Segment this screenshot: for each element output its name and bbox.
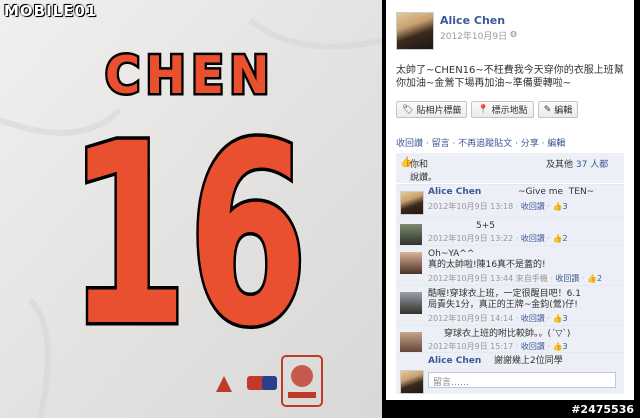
thumbs-up-icon: 👍	[552, 314, 563, 323]
comment-item: Alice Chen 謝謝幾上2位同學	[396, 352, 624, 369]
comment-unlike-link[interactable]: 收回讚	[521, 342, 545, 351]
comment-meta: 2012年10月9日 15:17 · 收回讚 · 👍3	[428, 342, 568, 351]
tag-photo-button[interactable]: 🏷 貼相片標籤	[396, 101, 468, 118]
facebook-panel: Alice Chen 2012年10月9日 ◍ 太帥了~CHEN16~不枉費我今…	[386, 0, 634, 400]
jersey-illustration: CHEN 16	[0, 0, 382, 418]
comment-item: Oh~YA^^ 真的太帥啦!陳16真不是蓋的! 2012年10月9日 13:44…	[396, 245, 624, 286]
likes-others[interactable]: 及其他 37 人都	[546, 157, 608, 170]
thumbs-up-icon: 👍	[552, 202, 563, 211]
comment-like-count[interactable]: 2	[597, 274, 602, 283]
comment-date[interactable]: 2012年10月9日 13:18	[428, 202, 513, 211]
comment-text: 謝謝幾上2位同學	[494, 356, 563, 366]
comment-meta: 2012年10月9日 14:14 · 收回讚 · 👍3	[428, 314, 568, 323]
tag-icon: 🏷	[402, 104, 414, 115]
comment-like-count[interactable]: 3	[562, 314, 567, 323]
jersey-photo: CHEN 16 MOBILE01	[0, 0, 382, 418]
jersey-number-text: 16	[65, 87, 312, 385]
comment-composer: 留言……	[396, 368, 624, 394]
commenter-avatar[interactable]	[400, 191, 424, 215]
thumbs-up-icon: 👍	[587, 274, 598, 283]
commenter-name[interactable]: Alice Chen	[428, 187, 481, 197]
mlb-logo	[247, 376, 277, 390]
comment-meta: 2012年10月9日 13:44 來自手機 · 收回讚 · 👍2	[428, 274, 603, 283]
comment-like-count[interactable]: 3	[562, 342, 567, 351]
add-location-label: 標示地點	[491, 106, 528, 116]
edit-label: 編輯	[554, 106, 573, 116]
thumbs-up-icon: 👍	[552, 342, 563, 351]
post-action-links[interactable]: 收回讚 · 留言 · 不再追蹤貼文 · 分享 · 編輯	[396, 136, 565, 149]
photo-button-row: 🏷 貼相片標籤 📍 標示地點 ✎ 編輯	[396, 101, 579, 118]
tag-photo-label: 貼相片標籤	[416, 106, 462, 116]
comment-meta: 2012年10月9日 13:18 · 收回讚 · 👍3	[428, 202, 568, 211]
comment-unlike-link[interactable]: 收回讚	[521, 314, 545, 323]
comment-meta: 2012年10月9日 13:22 · 收回讚 · 👍2	[428, 234, 568, 243]
comment-unlike-link[interactable]: 收回讚	[555, 274, 579, 283]
comment-unlike-link[interactable]: 收回讚	[521, 234, 545, 243]
post-date[interactable]: 2012年10月9日	[440, 29, 507, 42]
add-location-button[interactable]: 📍 標示地點	[471, 101, 534, 118]
image-id-label: #2475536	[571, 403, 634, 416]
comment-date[interactable]: 2012年10月9日 13:44 來自手機	[428, 274, 548, 283]
commenter-avatar[interactable]	[400, 224, 422, 246]
comment-text: 穿球衣上班的咐比較帥。。(´▽`)	[444, 329, 571, 339]
commenter-avatar[interactable]	[400, 332, 422, 354]
comment-date[interactable]: 2012年10月9日 13:22	[428, 234, 513, 243]
comment-date[interactable]: 2012年10月9日 14:14	[428, 314, 513, 323]
post-caption: 太帥了~CHEN16~不枉費我今天穿你的衣服上班幫你加油~金鶯下場再加油~準備要…	[396, 65, 624, 89]
author-name[interactable]: Alice Chen	[440, 14, 505, 27]
svg-text:16: 16	[68, 90, 308, 381]
likes-others-count[interactable]: 37 人都	[576, 160, 608, 170]
likes-others-prefix: 及其他	[546, 160, 574, 170]
likes-you-text: 你和	[410, 160, 429, 170]
comment-like-count[interactable]: 2	[562, 234, 567, 243]
post-header: Alice Chen 2012年10月9日 ◍	[386, 0, 634, 56]
comment-unlike-link[interactable]: 收回讚	[521, 202, 545, 211]
comment-item: 酷喔!穿球衣上班，一定很醒目吧！6.1 局責失1分，真正的王牌~金鈞(鶯)仔! …	[396, 285, 624, 326]
likes-said-text: 說讚。	[410, 173, 438, 183]
likes-summary: 👍 你和 及其他 37 人都 說讚。	[396, 153, 624, 183]
commenter-avatar[interactable]	[400, 292, 422, 314]
comment-text: ~Give me TEN~	[518, 187, 595, 197]
comment-text: Oh~YA^^ 真的太帥啦!陳16真不是蓋的!	[428, 249, 546, 270]
composer-avatar	[400, 370, 424, 394]
thumbs-up-icon: 👍	[552, 234, 563, 243]
pencil-icon: ✎	[543, 104, 552, 115]
comment-item: Alice Chen ~Give me TEN~ 2012年10月9日 13:1…	[396, 184, 624, 218]
comment-item: 穿球衣上班的咐比較帥。。(´▽`) 2012年10月9日 15:17 · 收回讚…	[396, 325, 624, 354]
comment-item: 5+5 2012年10月9日 13:22 · 收回讚 · 👍2	[396, 217, 624, 246]
comment-text: 5+5	[476, 221, 495, 231]
edit-button[interactable]: ✎ 編輯	[537, 101, 579, 118]
comment-like-count[interactable]: 3	[562, 202, 567, 211]
globe-icon: ◍	[510, 29, 517, 38]
commenter-avatar[interactable]	[400, 252, 422, 274]
location-pin-icon: 📍	[477, 104, 489, 115]
comment-text: 酷喔!穿球衣上班，一定很醒目吧！6.1 局責失1分，真正的王牌~金鈞(鶯)仔!	[428, 289, 581, 310]
comment-input[interactable]: 留言……	[428, 372, 616, 388]
author-avatar[interactable]	[396, 12, 434, 50]
watermark-logo: MOBILE01	[4, 2, 98, 20]
commenter-name[interactable]: Alice Chen	[428, 356, 481, 366]
comment-date[interactable]: 2012年10月9日 15:17	[428, 342, 513, 351]
